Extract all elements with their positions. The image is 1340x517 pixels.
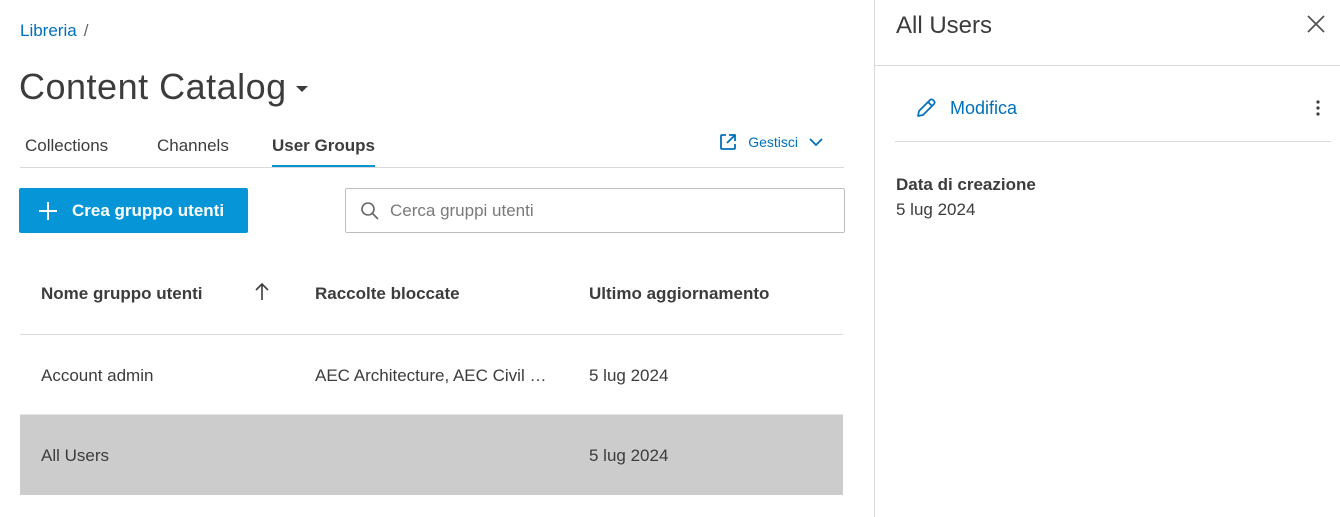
search-icon (361, 201, 379, 220)
panel-header: All Users (875, 0, 1340, 66)
more-options-icon[interactable] (1315, 99, 1321, 117)
search-box[interactable] (345, 188, 845, 233)
chevron-down-icon (809, 138, 823, 147)
breadcrumb-separator: / (83, 21, 89, 40)
cell-group-name: All Users (41, 446, 110, 465)
cell-last-updated: 5 lug 2024 (589, 446, 669, 465)
edit-label: Modifica (950, 97, 1018, 118)
manage-label: Gestisci (748, 134, 798, 150)
user-groups-table: Nome gruppo utenti Raccolte bloccate Ult… (20, 254, 843, 495)
plus-icon (39, 201, 57, 220)
caret-down-icon[interactable] (295, 86, 308, 92)
column-header-last-updated[interactable]: Ultimo aggiornamento (589, 284, 769, 304)
created-date-value: 5 lug 2024 (896, 200, 976, 219)
details-panel: All Users Modifica Data di creazione 5 l… (874, 0, 1340, 517)
tab-bar: Collections Channels User Groups Gestisc… (20, 130, 844, 168)
external-link-icon (720, 134, 737, 150)
created-date-label: Data di creazione (896, 175, 1036, 194)
create-user-group-label: Crea gruppo utenti (72, 200, 225, 220)
main-content: Libreria / Content Catalog Collections Ch… (0, 0, 874, 517)
manage-dropdown[interactable]: Gestisci (718, 132, 824, 152)
table-row-selected[interactable]: All Users 5 lug 2024 (20, 415, 843, 495)
cell-last-updated: 5 lug 2024 (589, 366, 669, 385)
arrow-up-icon[interactable] (254, 282, 270, 302)
tab-channels[interactable]: Channels (157, 136, 229, 165)
table-header: Nome gruppo utenti Raccolte bloccate Ult… (20, 254, 843, 335)
edit-button[interactable]: Modifica (914, 96, 1017, 120)
column-header-name[interactable]: Nome gruppo utenti (41, 284, 202, 304)
table-row[interactable]: Account admin AEC Architecture, AEC Civi… (20, 335, 843, 415)
tab-collections[interactable]: Collections (25, 136, 108, 165)
close-icon[interactable] (1306, 14, 1326, 34)
tab-user-groups[interactable]: User Groups (272, 136, 375, 167)
column-header-locked-collections[interactable]: Raccolte bloccate (315, 284, 460, 304)
search-input[interactable] (390, 200, 830, 221)
cell-group-name: Account admin (41, 366, 154, 385)
create-user-group-button[interactable]: Crea gruppo utenti (19, 188, 248, 233)
catalog-selector[interactable]: Content Catalog (19, 66, 308, 108)
pencil-icon (917, 98, 936, 117)
panel-title: All Users (896, 12, 993, 39)
breadcrumb: Libreria / (20, 21, 88, 41)
panel-actions: Modifica (895, 66, 1331, 142)
breadcrumb-link-libreria[interactable]: Libreria (20, 21, 77, 40)
page-title: Content Catalog (19, 66, 287, 107)
cell-locked-collections: AEC Architecture, AEC Civil Engineering (315, 366, 548, 385)
